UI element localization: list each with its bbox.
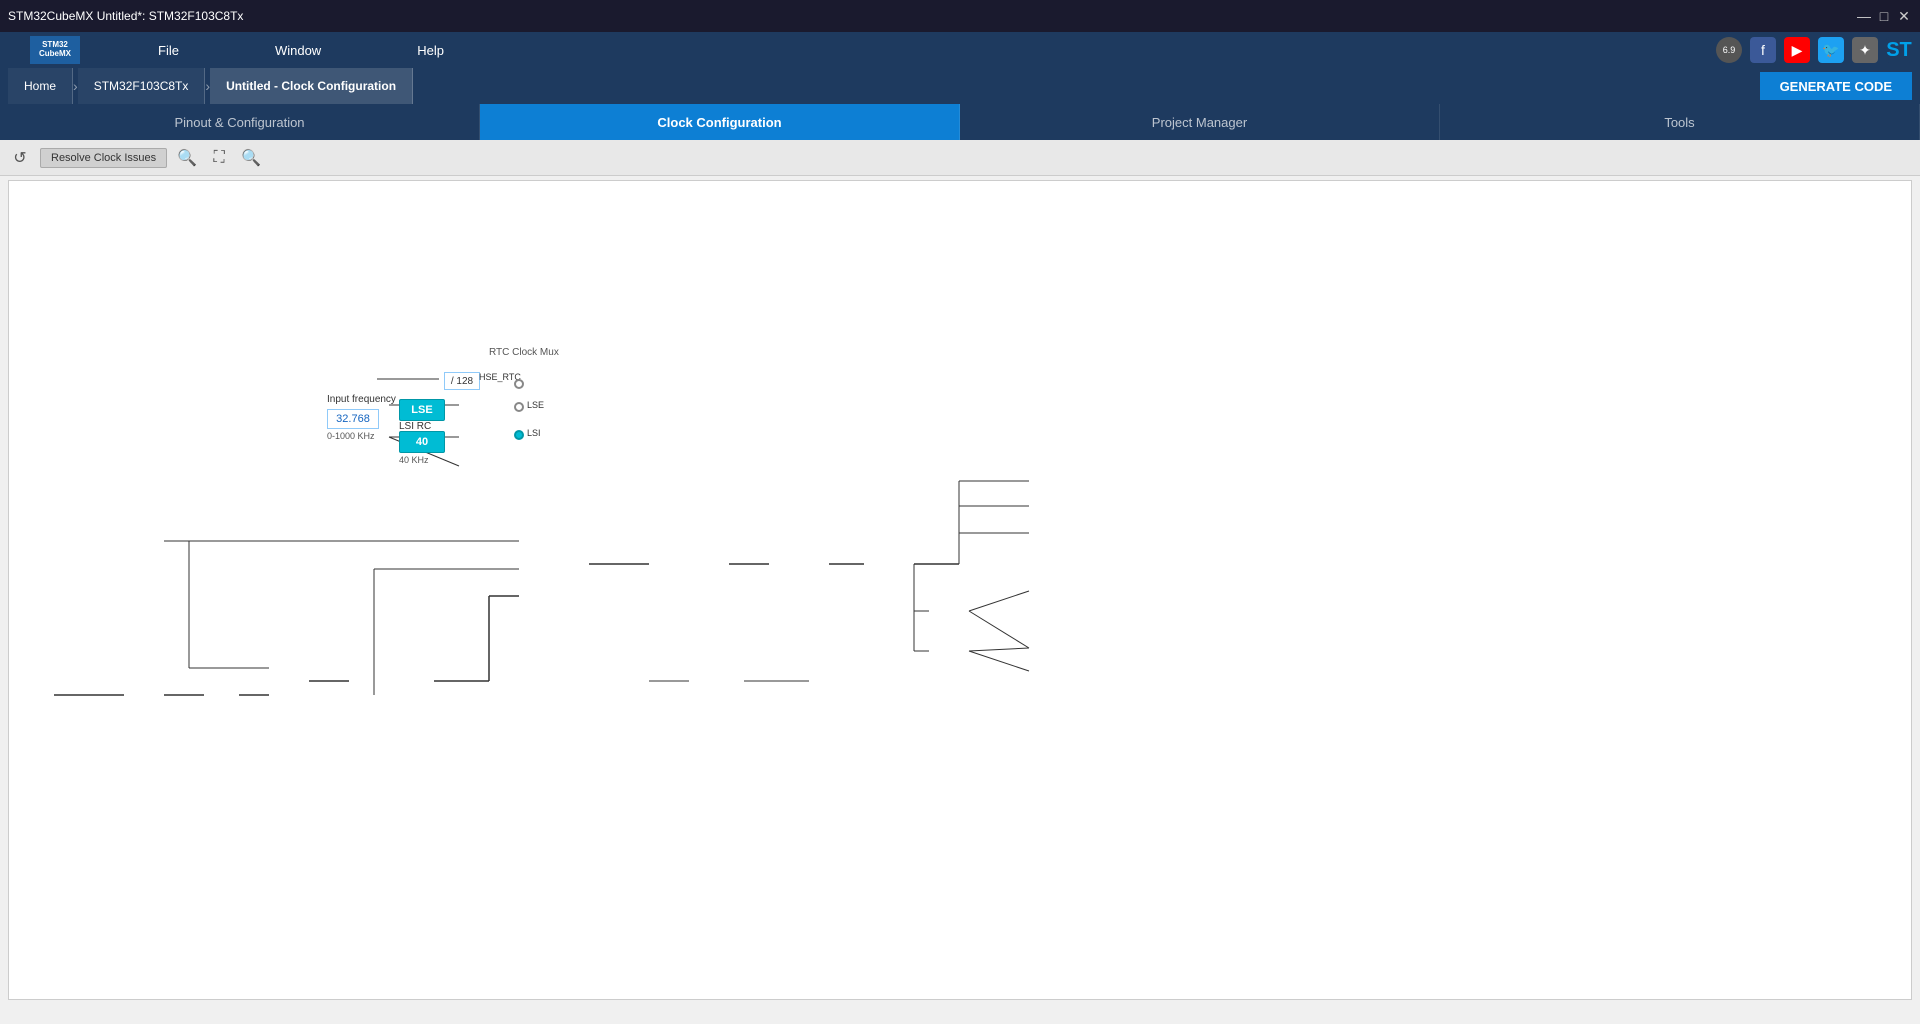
wiring-overlay: [9, 181, 1911, 999]
menu-help[interactable]: Help: [409, 39, 452, 62]
resolve-clock-button[interactable]: Resolve Clock Issues: [40, 148, 167, 168]
generate-code-button[interactable]: GENERATE CODE: [1760, 72, 1912, 100]
div128-prescaler[interactable]: / 128: [444, 372, 480, 390]
tab-project[interactable]: Project Manager: [960, 104, 1440, 140]
search-icon-right[interactable]: 🔍: [239, 146, 263, 170]
stm32cubemx-logo: STM32CubeMX: [30, 36, 80, 64]
menu-file[interactable]: File: [150, 39, 187, 62]
lsi-block: 40: [399, 431, 445, 453]
rtc-mux-label: RTC Clock Mux: [489, 347, 559, 358]
title-bar-text: STM32CubeMX Untitled*: STM32F103C8Tx: [8, 9, 243, 23]
social-icons-bar: 6.9 f ▶ 🐦 ✦ ST: [1708, 32, 1920, 68]
lse-range-label: 0-1000 KHz: [327, 431, 375, 441]
network-icon[interactable]: ✦: [1852, 37, 1878, 63]
breadcrumb-home[interactable]: Home: [8, 68, 73, 104]
tab-bar: Pinout & Configuration Clock Configurati…: [0, 104, 1920, 140]
breadcrumb-bar: Home › STM32F103C8Tx › Untitled - Clock …: [0, 68, 1920, 104]
fullscreen-icon[interactable]: ⛶: [207, 146, 231, 170]
clock-diagram: Input frequency 32.768 0-1000 KHz LSE LS…: [9, 181, 1911, 999]
tab-clock[interactable]: Clock Configuration: [480, 104, 960, 140]
close-button[interactable]: ✕: [1896, 8, 1912, 24]
maximize-button[interactable]: □: [1876, 8, 1892, 24]
rtc-radio-lse[interactable]: [514, 402, 524, 412]
minimize-button[interactable]: —: [1856, 8, 1872, 24]
rtc-lse-label: LSE: [527, 400, 544, 410]
title-bar-controls: — □ ✕: [1856, 8, 1912, 24]
rtc-lsi-label: LSI: [527, 428, 541, 438]
lse-block: LSE: [399, 399, 445, 421]
title-bar: STM32CubeMX Untitled*: STM32F103C8Tx — □…: [0, 0, 1920, 32]
tab-tools[interactable]: Tools: [1440, 104, 1920, 140]
lsi-unit-label: 40 KHz: [399, 455, 429, 465]
input-freq-label-lse: Input frequency: [327, 394, 396, 405]
st-logo: ST: [1886, 37, 1912, 63]
menu-bar: File Window Help: [0, 32, 1920, 68]
clock-diagram-area: Input frequency 32.768 0-1000 KHz LSE LS…: [8, 180, 1912, 1000]
rtc-radio-hse[interactable]: [514, 379, 524, 389]
facebook-icon[interactable]: f: [1750, 37, 1776, 63]
logo-area: STM32CubeMX: [0, 32, 110, 68]
tab-pinout[interactable]: Pinout & Configuration: [0, 104, 480, 140]
version-badge: 6.9: [1716, 37, 1742, 63]
rtc-radio-lsi[interactable]: [514, 430, 524, 440]
breadcrumb-current[interactable]: Untitled - Clock Configuration: [210, 68, 413, 104]
youtube-icon[interactable]: ▶: [1784, 37, 1810, 63]
breadcrumb-device[interactable]: STM32F103C8Tx: [78, 68, 206, 104]
lse-freq-box[interactable]: 32.768: [327, 409, 379, 429]
search-icon-left[interactable]: 🔍: [175, 146, 199, 170]
refresh-icon[interactable]: ↺: [8, 146, 32, 170]
menu-window[interactable]: Window: [267, 39, 329, 62]
toolbar: ↺ Resolve Clock Issues 🔍 ⛶ 🔍: [0, 140, 1920, 176]
twitter-icon[interactable]: 🐦: [1818, 37, 1844, 63]
